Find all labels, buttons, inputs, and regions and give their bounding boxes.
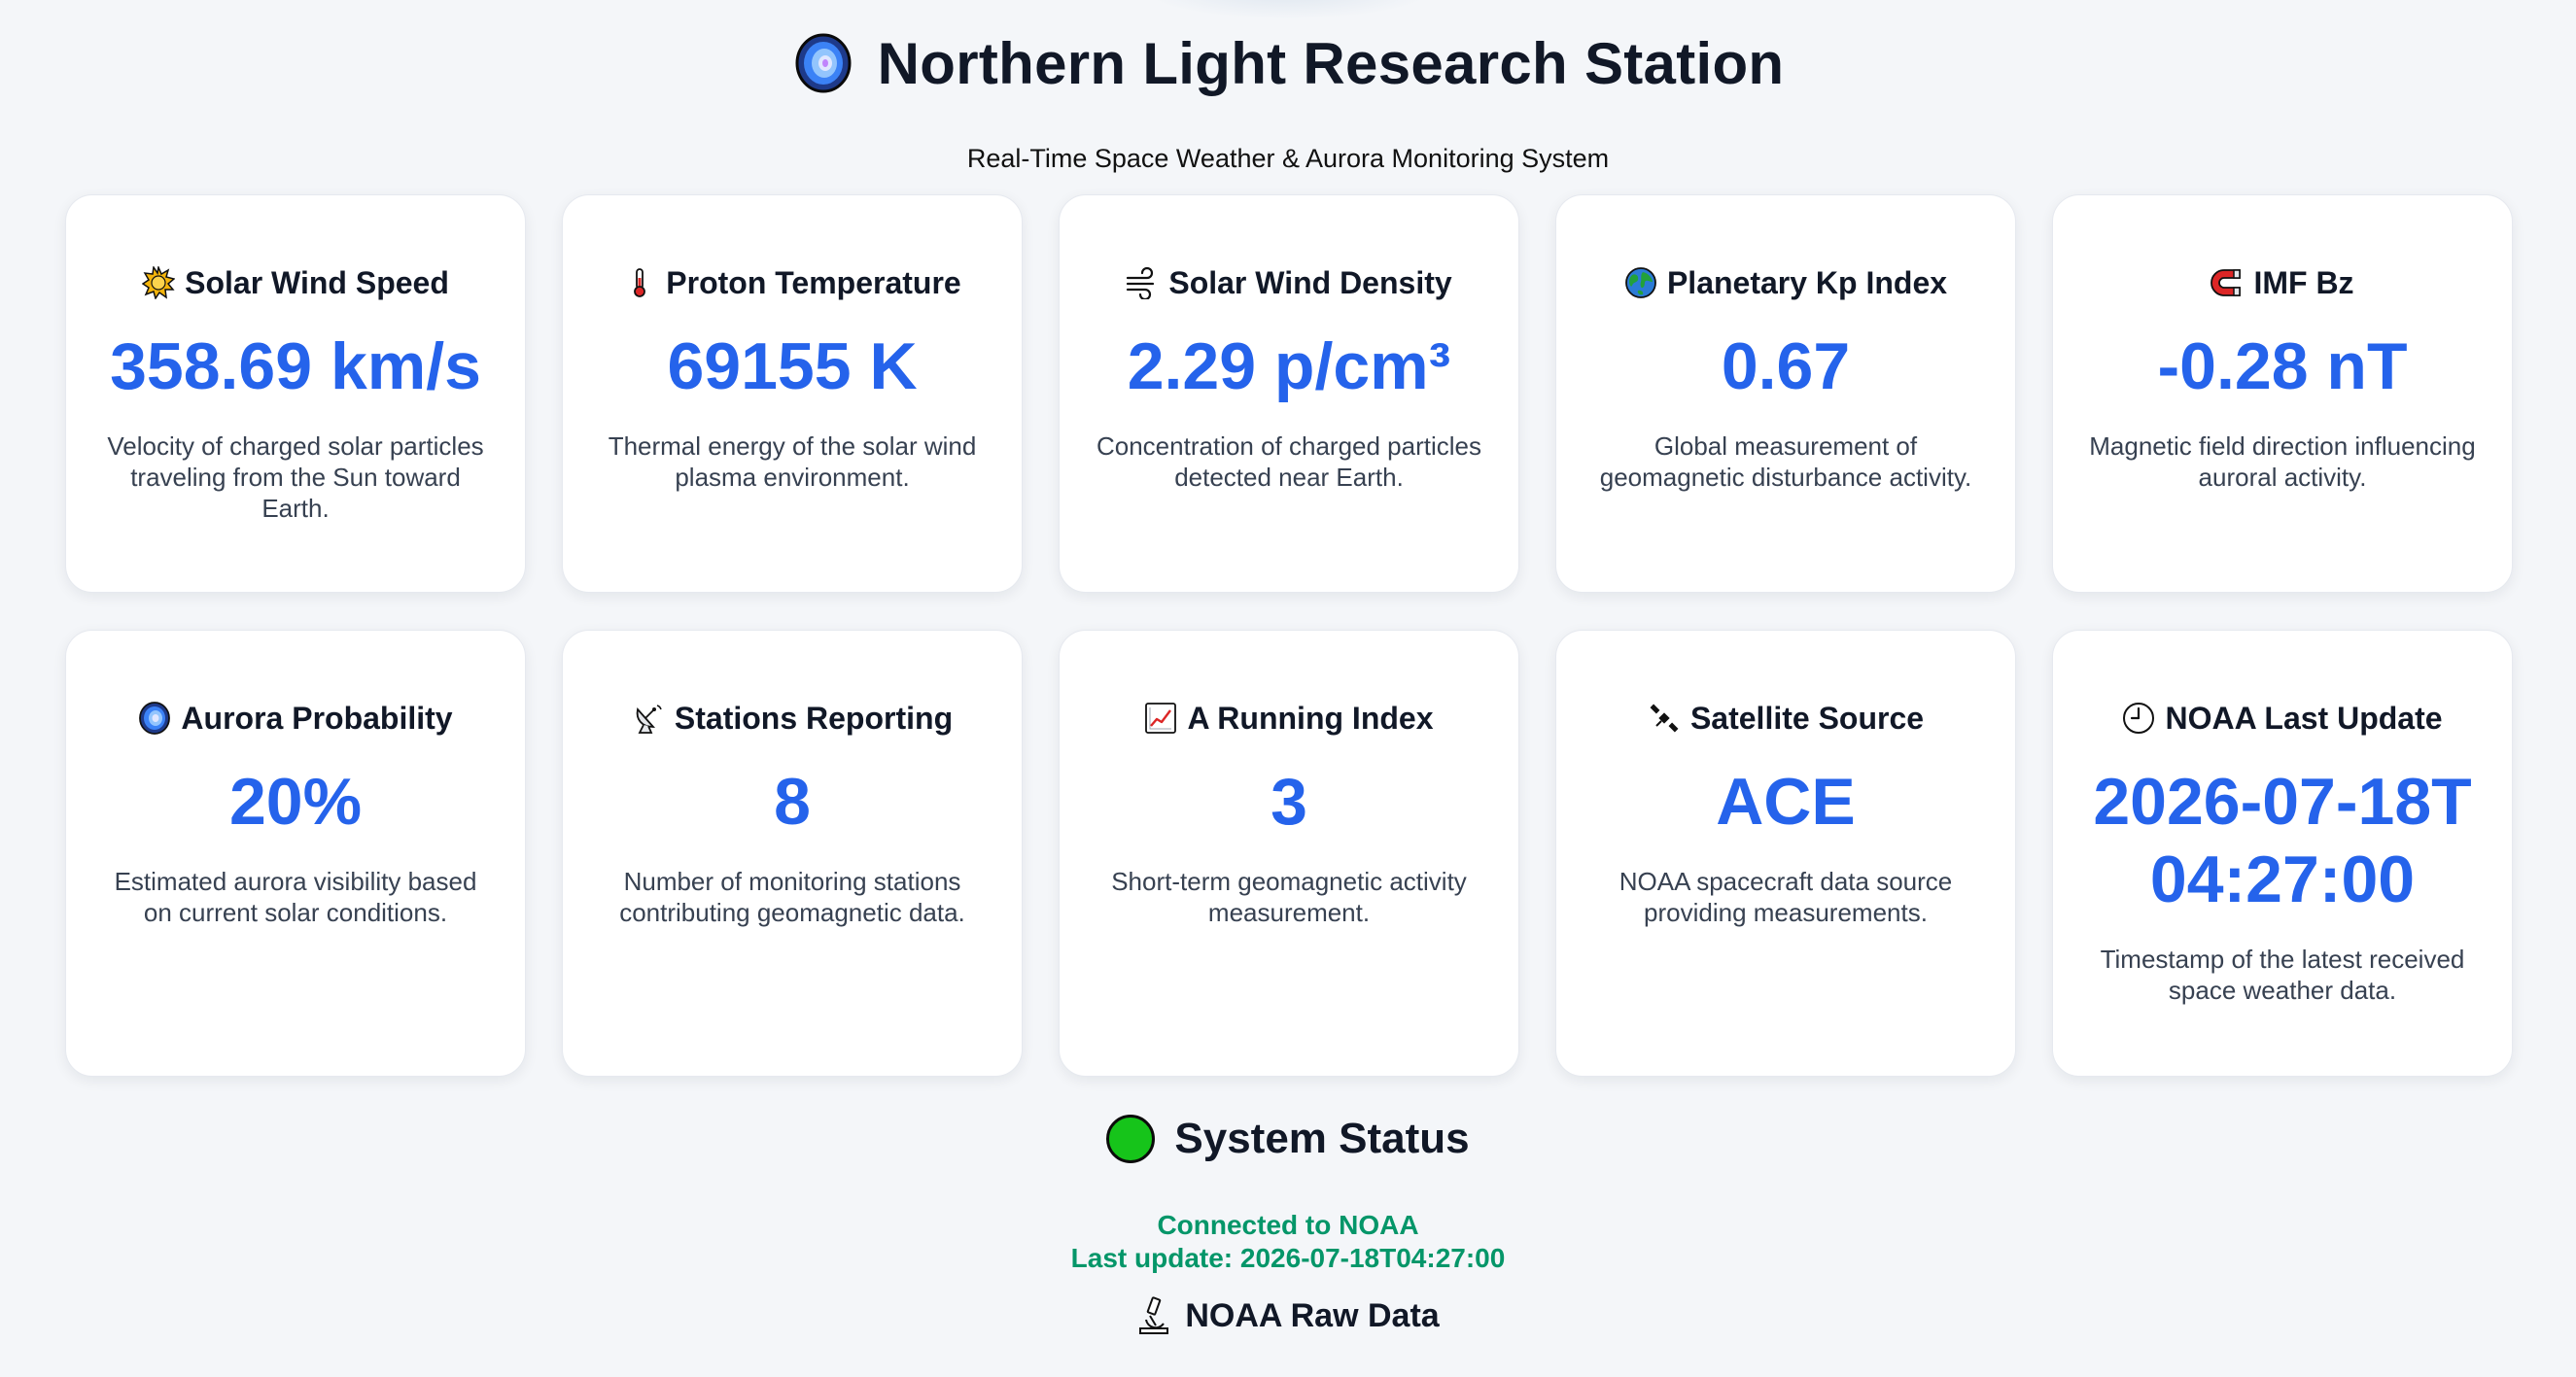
card-description: Global measurement of geomagnetic distur… [1599, 431, 1972, 492]
satellite-icon [1648, 702, 1681, 735]
card-value: 69155 K [667, 329, 918, 403]
sun-icon [142, 266, 176, 299]
card-description: Estimated aurora visibility based on cur… [114, 867, 477, 927]
chart-up-icon [1144, 702, 1177, 735]
card-title: Aurora Probability [181, 700, 453, 736]
noaa-raw-data-toggle[interactable]: NOAA Raw Data [0, 1296, 2576, 1335]
status-connected: Connected to NOAA [1157, 1210, 1419, 1240]
card-head: Solar Wind Density [1095, 261, 1483, 304]
status-title: System Status [1174, 1115, 1470, 1162]
card-head: NOAA Last Update [2088, 697, 2477, 740]
aurora-icon [138, 702, 171, 735]
page-title: Northern Light Research Station [877, 30, 1785, 96]
card-planetary-kp-index: Planetary Kp Index 0.67 Global measureme… [1555, 194, 2016, 593]
card-description: Magnetic field direction influencing aur… [2089, 431, 2476, 492]
card-satellite-source: Satellite Source ACE NOAA spacecraft dat… [1555, 630, 2016, 1077]
satellite-dish-icon [632, 702, 665, 735]
card-value: 3 [1271, 765, 1307, 839]
card-head: Aurora Probability [101, 697, 490, 740]
card-head: Planetary Kp Index [1591, 261, 1980, 304]
header-glow [1142, 0, 1434, 19]
card-head: Satellite Source [1591, 697, 1980, 740]
card-noaa-last-update: NOAA Last Update 2026-07-18T04:27:00 Tim… [2052, 630, 2513, 1077]
magnet-icon [2210, 266, 2244, 299]
card-title: Planetary Kp Index [1666, 264, 1948, 300]
card-head: Stations Reporting [598, 697, 987, 740]
card-title: Solar Wind Density [1168, 264, 1452, 300]
card-title: A Running Index [1187, 700, 1434, 736]
card-title: IMF Bz [2253, 264, 2354, 300]
status-head: System Status [0, 1108, 2576, 1170]
status-indicator-icon [1106, 1115, 1156, 1163]
status-last-update: Last update: 2026-07-18T04:27:00 [1070, 1243, 1506, 1273]
card-value: 20% [228, 765, 363, 839]
card-value: ACE [1716, 765, 1856, 839]
status-lines: Connected to NOAA Last update: 2026-07-1… [0, 1209, 2576, 1275]
card-stations-reporting: Stations Reporting 8 Number of monitorin… [562, 630, 1023, 1077]
card-value: 358.69 km/s [110, 329, 481, 403]
card-value: 8 [774, 765, 811, 839]
card-description: Concentration of charged particles detec… [1096, 431, 1481, 492]
card-title: Satellite Source [1689, 700, 1925, 736]
card-head: Solar Wind Speed [101, 261, 490, 304]
wind-icon [1126, 266, 1159, 299]
card-value: -0.28 nT [2157, 329, 2408, 403]
card-solar-wind-density: Solar Wind Density 2.29 p/cm³ Concentrat… [1059, 194, 1519, 593]
card-head: A Running Index [1095, 697, 1483, 740]
card-imf-bz: IMF Bz -0.28 nT Magnetic field direction… [2052, 194, 2513, 593]
metrics-grid-row-2: Aurora Probability 20% Estimated aurora … [65, 630, 2513, 1077]
card-value: 0.67 [1721, 329, 1851, 403]
card-description: Timestamp of the latest received space w… [2100, 945, 2465, 1005]
aurora-icon [792, 32, 854, 94]
card-description: NOAA spacecraft data source providing me… [1619, 867, 1953, 927]
card-description: Number of monitoring stations contributi… [619, 867, 965, 927]
card-proton-temperature: Proton Temperature 69155 K Thermal energ… [562, 194, 1023, 593]
card-title: Stations Reporting [674, 700, 954, 736]
thermometer-icon [623, 266, 656, 299]
system-status: System Status Connected to NOAA Last upd… [0, 1108, 2576, 1275]
card-head: IMF Bz [2088, 261, 2477, 304]
card-value: 2026-07-18T04:27:00 [2093, 765, 2472, 916]
globe-icon [1624, 266, 1657, 299]
metrics-grid-row-1: Solar Wind Speed 358.69 km/s Velocity of… [65, 194, 2513, 593]
card-a-running-index: A Running Index 3 Short-term geomagnetic… [1059, 630, 1519, 1077]
card-description: Thermal energy of the solar wind plasma … [608, 431, 977, 492]
card-title: Solar Wind Speed [185, 264, 449, 300]
title-row: Northern Light Research Station [0, 21, 2576, 105]
card-value: 2.29 p/cm³ [1127, 329, 1451, 403]
page-subtitle: Real-Time Space Weather & Aurora Monitor… [966, 144, 1610, 173]
card-description: Velocity of charged solar particles trav… [107, 431, 484, 523]
card-title: Proton Temperature [666, 264, 961, 300]
microscope-icon [1136, 1296, 1171, 1335]
card-description: Short-term geomagnetic activity measurem… [1111, 867, 1467, 927]
raw-data-title: NOAA Raw Data [1185, 1296, 1440, 1334]
card-head: Proton Temperature [598, 261, 987, 304]
card-solar-wind-speed: Solar Wind Speed 358.69 km/s Velocity of… [65, 194, 526, 593]
card-aurora-probability: Aurora Probability 20% Estimated aurora … [65, 630, 526, 1077]
card-title: NOAA Last Update [2165, 700, 2443, 736]
page-header: Northern Light Research Station Real-Tim… [0, 0, 2576, 174]
clock-icon [2122, 702, 2155, 735]
